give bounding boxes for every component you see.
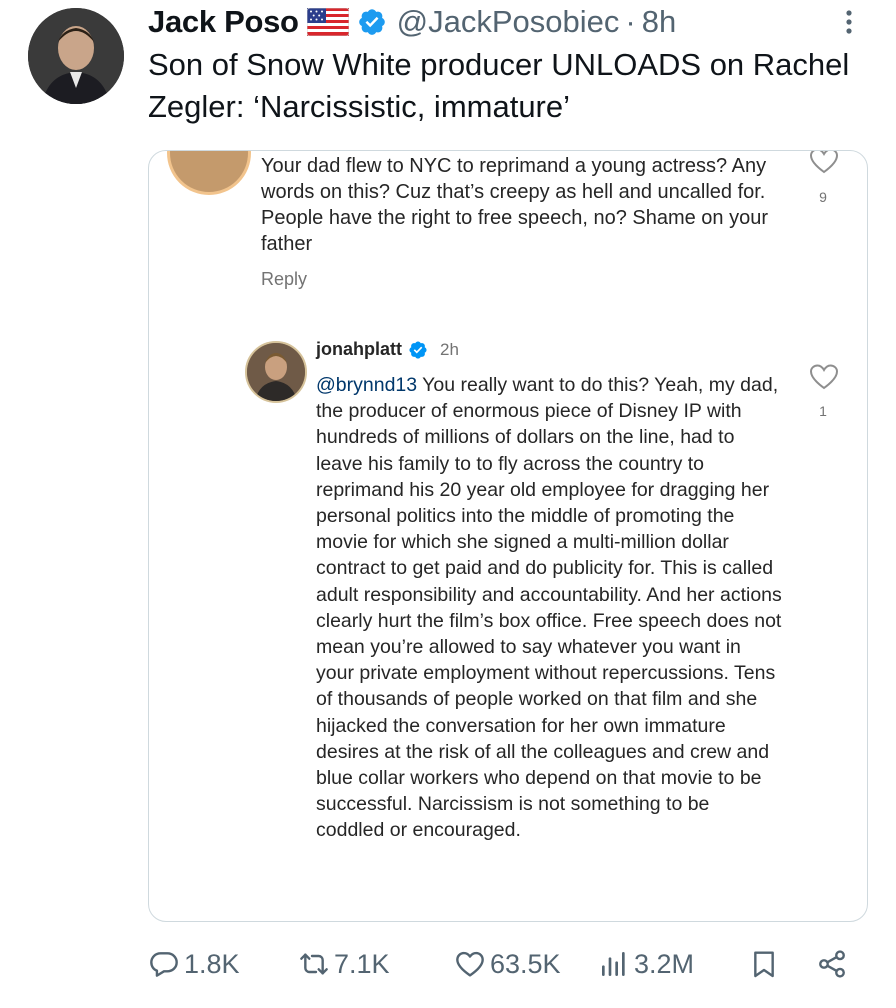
heart-icon bbox=[809, 363, 839, 391]
views-chart-icon bbox=[602, 952, 625, 976]
reply-count: 1.8K bbox=[184, 948, 240, 979]
reply-text: @brynnd13 You really want to do this? Ye… bbox=[316, 372, 782, 844]
tweet-text: Son of Snow White producer UNLOADS on Ra… bbox=[148, 47, 850, 124]
action-bar: 1.8K 7.1K 63.5K 3.2M bbox=[148, 944, 860, 984]
bookmark-button[interactable] bbox=[748, 944, 784, 984]
reply-header: jonahplatt 2h bbox=[316, 339, 459, 360]
like-count: 63.5K bbox=[490, 948, 561, 979]
share-button[interactable] bbox=[816, 944, 852, 984]
repost-icon bbox=[300, 953, 328, 975]
repost-button[interactable]: 7.1K bbox=[298, 944, 390, 984]
author-handle[interactable]: @JackPosobiec bbox=[397, 4, 620, 40]
reply-icon bbox=[150, 952, 178, 977]
verified-badge-icon[interactable] bbox=[357, 7, 387, 37]
reply-avatar bbox=[245, 341, 307, 403]
reply-like-count: 1 bbox=[819, 403, 827, 419]
views-button[interactable]: 3.2M bbox=[598, 944, 694, 984]
reply-mention: @brynnd13 bbox=[316, 374, 418, 396]
author-name[interactable]: Jack Poso bbox=[148, 4, 299, 40]
bookmark-icon bbox=[754, 951, 774, 978]
reply-button[interactable]: 1.8K bbox=[148, 944, 240, 984]
comment-like-count: 9 bbox=[819, 189, 827, 205]
separator-dot: · bbox=[625, 4, 636, 39]
commenter-avatar bbox=[167, 151, 251, 195]
views-count: 3.2M bbox=[634, 948, 695, 979]
like-button[interactable]: 63.5K bbox=[454, 944, 561, 984]
verified-badge-icon bbox=[408, 340, 428, 360]
like-heart-icon bbox=[456, 951, 484, 977]
attached-image[interactable]: Your dad flew to NYC to reprimand a youn… bbox=[148, 150, 868, 922]
repost-count: 7.1K bbox=[334, 948, 390, 979]
heart-icon bbox=[809, 151, 839, 175]
more-options-icon[interactable] bbox=[838, 6, 860, 38]
reply-username: jonahplatt bbox=[316, 339, 402, 359]
us-flag-icon bbox=[306, 7, 350, 37]
reply-body: You really want to do this? Yeah, my dad… bbox=[316, 374, 782, 842]
author-avatar[interactable] bbox=[28, 8, 124, 104]
reply-label: Reply bbox=[261, 269, 308, 289]
reply-time: 2h bbox=[440, 339, 459, 359]
share-icon bbox=[819, 950, 845, 978]
tweet-time[interactable]: 8h bbox=[642, 4, 676, 40]
comment-text: Your dad flew to NYC to reprimand a youn… bbox=[261, 155, 769, 255]
tweet-header: Jack Poso @JackPosobiec · 8h bbox=[148, 2, 676, 42]
